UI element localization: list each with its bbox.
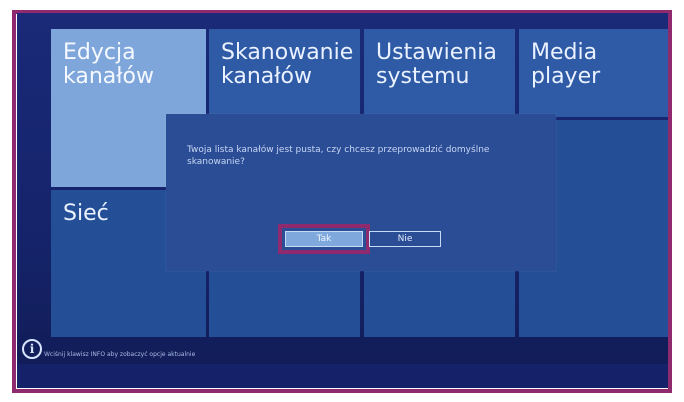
info-icon: i (22, 339, 42, 359)
tile-channel-edit-label-2: kanałów (63, 64, 154, 89)
status-bar (17, 364, 668, 388)
tile-media-player-label-1: Media (531, 40, 598, 65)
tile-channel-scan-label-1: Skanowanie (221, 40, 354, 65)
no-button[interactable]: Nie (369, 231, 441, 247)
tile-channel-scan[interactable]: Skanowanie kanałów (209, 29, 360, 117)
tile-channel-edit-label-1: Edycja (63, 40, 136, 65)
yes-button[interactable]: Tak (285, 231, 363, 247)
tile-system-settings[interactable]: Ustawienia systemu (364, 29, 515, 117)
footer-hint: Wciśnij klawisz INFO aby zobaczyć opcje … (44, 351, 196, 358)
tile-system-settings-label-1: Ustawienia (376, 40, 497, 65)
tile-media-player-label-2: player (531, 64, 601, 89)
dialog-message: Twoja lista kanałów jest pusta, czy chce… (187, 145, 490, 167)
scan-prompt-dialog: Twoja lista kanałów jest pusta, czy chce… (166, 114, 556, 271)
tv-screen: Edycja kanałów Skanowanie kanałów Ustawi… (17, 13, 668, 388)
tile-media-player[interactable]: Media player (519, 29, 668, 117)
tile-system-settings-label-2: systemu (376, 64, 470, 89)
tile-channel-scan-label-2: kanałów (221, 64, 312, 89)
